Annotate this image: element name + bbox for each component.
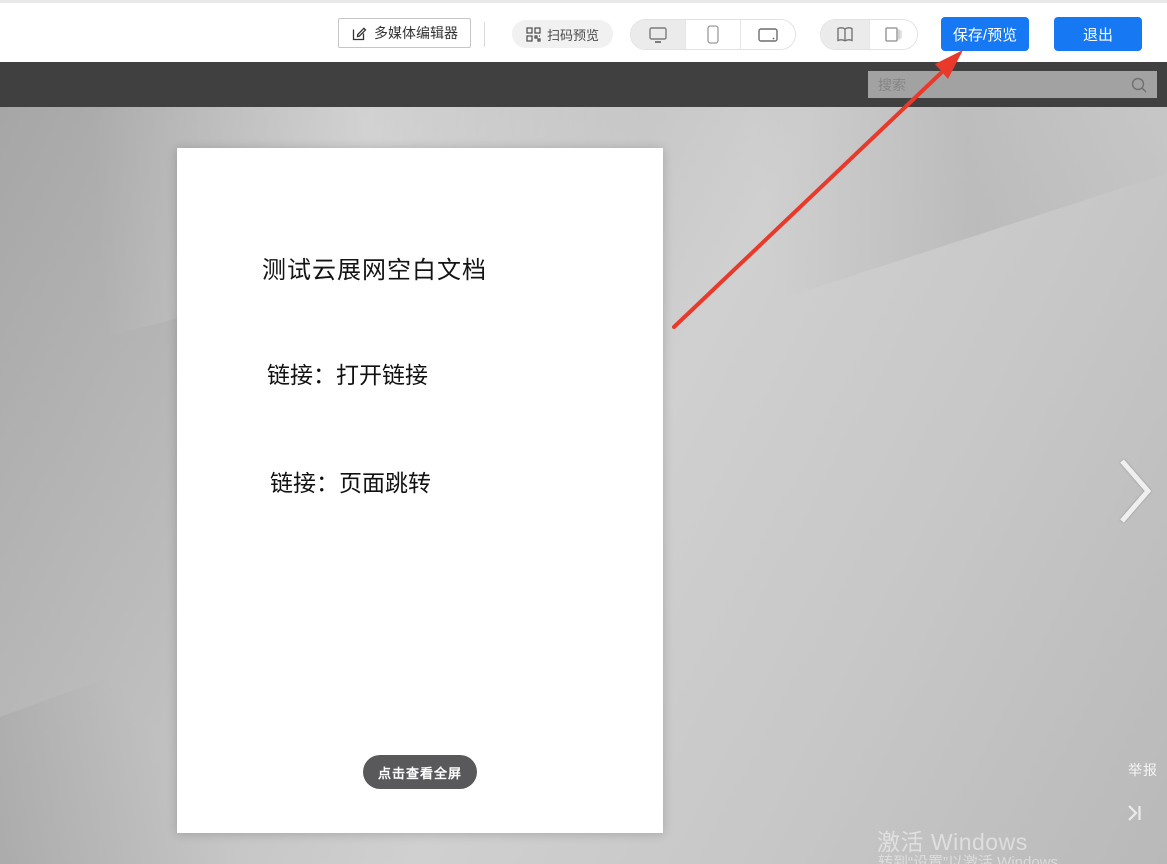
phone-icon — [707, 25, 719, 44]
qr-code-icon — [526, 27, 541, 42]
search-icon[interactable] — [1130, 76, 1148, 94]
windows-activation-watermark-line2: 转到“设置”以激活 Windows — [878, 851, 1058, 864]
scan-preview-label: 扫码预览 — [547, 25, 599, 44]
double-page-segment[interactable] — [821, 20, 869, 49]
search-input[interactable] — [868, 71, 1130, 98]
next-page-button[interactable] — [1114, 455, 1156, 527]
page-mode-toggle — [820, 19, 918, 50]
edit-icon — [351, 25, 368, 42]
device-phone-segment[interactable] — [685, 20, 740, 49]
document-link-jump[interactable]: 链接：页面跳转 — [270, 464, 431, 498]
document-page[interactable]: 测试云展网空白文档 链接：打开链接 链接：页面跳转 点击查看全屏 — [177, 148, 663, 833]
monitor-icon — [647, 26, 669, 44]
device-desktop-segment[interactable] — [631, 20, 685, 49]
next-page-icon — [1114, 455, 1156, 527]
fullscreen-button[interactable]: 点击查看全屏 — [363, 755, 477, 789]
viewer-header-bar — [0, 62, 1167, 107]
exit-button[interactable]: 退出 — [1054, 17, 1142, 51]
tablet-icon — [757, 27, 779, 43]
multimedia-editor-button[interactable]: 多媒体编辑器 — [338, 18, 471, 48]
skip-last-icon — [1124, 802, 1146, 824]
skip-last-page-button[interactable] — [1124, 802, 1146, 824]
multimedia-editor-label: 多媒体编辑器 — [374, 23, 458, 43]
scan-preview-button[interactable]: 扫码预览 — [512, 20, 613, 48]
save-preview-button[interactable]: 保存/预览 — [941, 17, 1029, 51]
single-page-segment[interactable] — [869, 20, 918, 49]
flipbook-stage: 测试云展网空白文档 链接：打开链接 链接：页面跳转 点击查看全屏 举报 激活 W… — [0, 107, 1167, 864]
report-link[interactable]: 举报 — [1128, 760, 1158, 780]
toolbar-divider — [484, 22, 485, 47]
document-link-open[interactable]: 链接：打开链接 — [267, 356, 428, 390]
single-page-icon — [884, 26, 903, 43]
document-title: 测试云展网空白文档 — [262, 250, 487, 285]
book-spread-icon — [835, 26, 855, 44]
search-box — [868, 71, 1157, 98]
top-toolbar: 多媒体编辑器 扫码预览 — [0, 0, 1167, 62]
device-tablet-segment[interactable] — [740, 20, 795, 49]
device-preview-toggle — [630, 19, 796, 50]
